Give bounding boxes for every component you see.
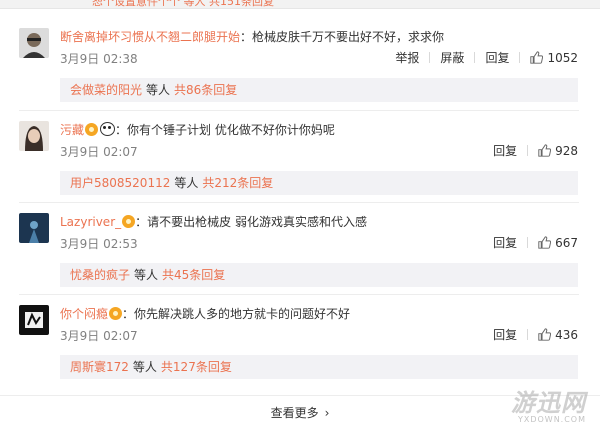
- replier-suffix: 等人: [132, 360, 157, 374]
- reply-summary[interactable]: 会做菜的阳光 等人 共86条回复: [60, 78, 578, 102]
- avatar[interactable]: [19, 121, 49, 151]
- action-divider: [527, 237, 529, 248]
- avatar[interactable]: [19, 305, 49, 335]
- watermark-logo: 游迅网 YXDOWN.COM: [511, 383, 586, 424]
- like-count: 1052: [547, 50, 578, 65]
- comment-divider: [19, 202, 579, 203]
- replier-suffix: 等人: [134, 268, 159, 282]
- panda-emoji-icon: [100, 122, 116, 136]
- comment-text: 请不要出枪械皮 弱化游戏真实感和代入感: [147, 215, 367, 229]
- view-more-button[interactable]: 查看更多 ›: [0, 395, 600, 432]
- fan-badge-icon: [109, 307, 123, 320]
- reply-count-link[interactable]: 共86条回复: [174, 83, 237, 97]
- username-link[interactable]: 你个闷瘾: [60, 307, 108, 321]
- reply-summary[interactable]: 用户5808520112 等人 共212条回复: [60, 171, 578, 195]
- username-link[interactable]: 断舍离掉坏习惯从不翘二郎腿开始: [60, 30, 240, 44]
- comment-line: 断舍离掉坏习惯从不翘二郎腿开始：枪械皮肤千万不要出好不好，求求你: [60, 28, 444, 45]
- action-divider: [527, 145, 529, 156]
- previous-reply-text: 恕个设置意件个个 等人 共151条回复: [92, 0, 274, 8]
- reply-button[interactable]: 回复: [493, 142, 517, 159]
- report-button[interactable]: 举报: [395, 49, 419, 66]
- comment-time: 3月9日 02:38: [60, 52, 138, 66]
- reply-count-link[interactable]: 共127条回复: [161, 360, 232, 374]
- thumbs-up-icon: [530, 51, 544, 64]
- comment-text: 你先解决跳人多的地方就卡的问题好不好: [134, 307, 351, 321]
- like-count: 436: [555, 327, 578, 342]
- chevron-right-icon: ›: [324, 406, 330, 420]
- fan-badge-icon: [85, 123, 99, 136]
- comment-divider: [19, 110, 579, 111]
- action-divider: [527, 329, 529, 340]
- like-count: 667: [555, 235, 578, 250]
- avatar[interactable]: [19, 28, 49, 58]
- block-button[interactable]: 屏蔽: [440, 49, 464, 66]
- comment-time: 3月9日 02:07: [60, 329, 138, 343]
- reply-summary[interactable]: 忧桑的疯子 等人 共45条回复: [60, 263, 578, 287]
- action-divider: [429, 52, 431, 63]
- colon: ：: [240, 30, 253, 44]
- action-divider: [519, 52, 521, 63]
- reply-button[interactable]: 回复: [485, 49, 509, 66]
- comment-actions: 举报 屏蔽 回复 1052: [395, 49, 578, 66]
- thumbs-up-icon: [538, 236, 552, 249]
- watermark-sub: YXDOWN.COM: [517, 415, 586, 424]
- like-button[interactable]: 436: [538, 328, 578, 342]
- comment-divider: [19, 294, 579, 295]
- reply-button[interactable]: 回复: [493, 326, 517, 343]
- colon: ：: [122, 307, 135, 321]
- thumbs-up-icon: [538, 328, 552, 341]
- like-button[interactable]: 928: [538, 144, 578, 158]
- comment-actions: 回复 667: [493, 234, 578, 251]
- action-divider: [474, 52, 476, 63]
- replier-suffix: 等人: [174, 176, 199, 190]
- like-button[interactable]: 1052: [530, 51, 578, 65]
- colon: ：: [135, 215, 148, 229]
- reply-button[interactable]: 回复: [493, 234, 517, 251]
- like-count: 928: [555, 143, 578, 158]
- comment-time: 3月9日 02:53: [60, 237, 138, 251]
- avatar[interactable]: [19, 213, 49, 243]
- like-button[interactable]: 667: [538, 236, 578, 250]
- replier-name[interactable]: 忧桑的疯子: [70, 268, 130, 282]
- view-more-label: 查看更多: [270, 406, 319, 420]
- watermark-main: 游迅网: [511, 389, 586, 417]
- comment-line: 污藏 ：你有个锤子计划 优化做不好你计你妈呢: [60, 121, 335, 138]
- comment-actions: 回复 928: [493, 142, 578, 159]
- replier-name[interactable]: 会做菜的阳光: [70, 83, 142, 97]
- thumbs-up-icon: [538, 144, 552, 157]
- colon: ：: [115, 123, 128, 137]
- comment-text: 枪械皮肤千万不要出好不好，求求你: [252, 30, 445, 44]
- comment-time: 3月9日 02:07: [60, 145, 138, 159]
- fan-badge-icon: [122, 215, 136, 228]
- reply-count-link[interactable]: 共45条回复: [162, 268, 225, 282]
- reply-summary[interactable]: 周斯寰172 等人 共127条回复: [60, 355, 578, 379]
- replier-name[interactable]: 周斯寰172: [70, 360, 129, 374]
- comment-line: 你个闷瘾 ：你先解决跳人多的地方就卡的问题好不好: [60, 305, 350, 322]
- comment-text: 你有个锤子计划 优化做不好你计你妈呢: [127, 123, 335, 137]
- replier-suffix: 等人: [146, 83, 171, 97]
- comment-actions: 回复 436: [493, 326, 578, 343]
- replier-name[interactable]: 用户5808520112: [70, 176, 170, 190]
- comment-line: Lazyriver_ ：请不要出枪械皮 弱化游戏真实感和代入感: [60, 213, 367, 230]
- previous-reply-sliver: 恕个设置意件个个 等人 共151条回复: [0, 0, 600, 9]
- reply-count-link[interactable]: 共212条回复: [202, 176, 273, 190]
- username-link[interactable]: 污藏: [60, 123, 84, 137]
- username-link[interactable]: Lazyriver_: [60, 215, 121, 229]
